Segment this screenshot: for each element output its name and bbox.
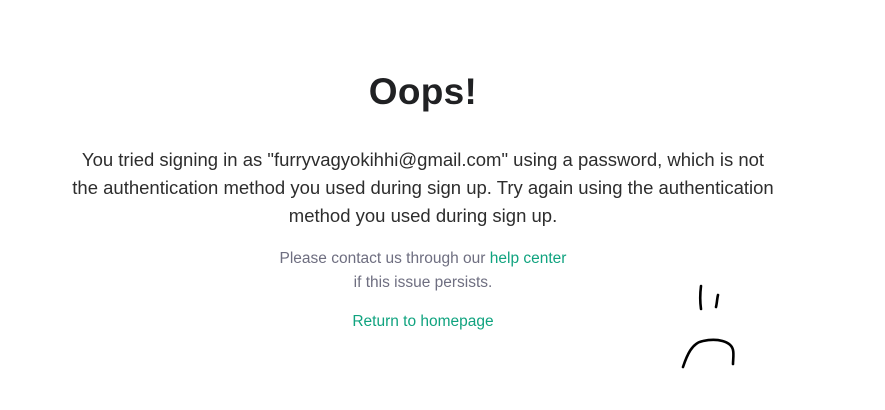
page-title: Oops!	[368, 71, 478, 112]
help-center-link[interactable]: help center	[490, 250, 567, 267]
return-homepage-link[interactable]: Return to homepage	[352, 313, 493, 330]
error-page: Oops! You tried signing in as "furryvagy…	[0, 0, 885, 410]
error-message: You tried signing in as "furryvagyokihhi…	[72, 149, 774, 226]
contact-line-1: Please contact us through our help cente…	[173, 247, 673, 271]
contact-text: Please contact us through our help cente…	[173, 247, 673, 295]
contact-suffix: if this issue persists.	[353, 274, 493, 291]
contact-prefix: Please contact us through our	[279, 250, 490, 267]
sad-face-doodle-icon	[681, 284, 735, 369]
return-container: Return to homepage	[173, 310, 673, 334]
